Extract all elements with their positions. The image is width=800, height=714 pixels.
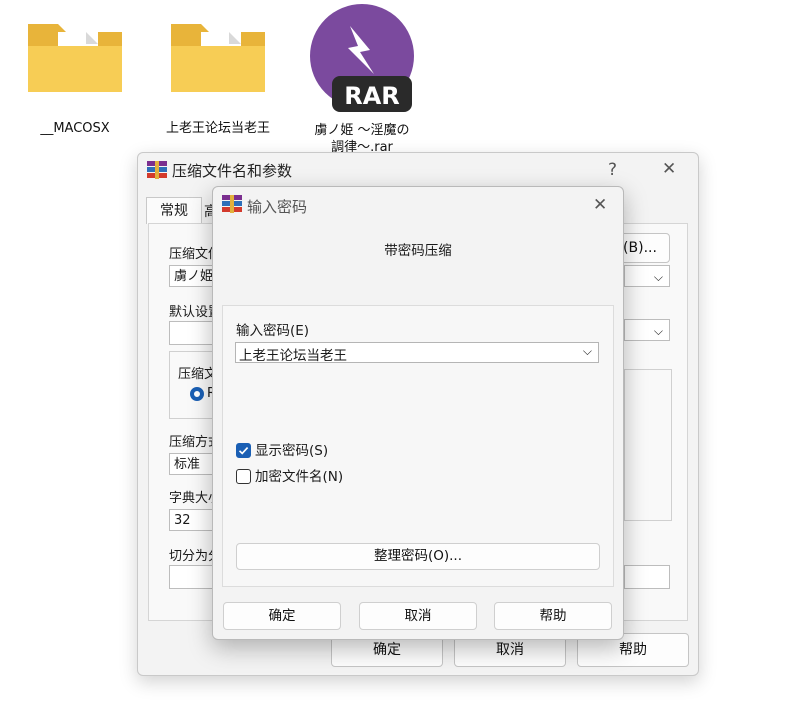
password-input[interactable]: 上老王论坛当老王 ⌵ — [235, 342, 599, 364]
winrar-icon — [147, 161, 167, 179]
password-dialog: 输入密码 ✕ 带密码压缩 输入密码(E) 上老王论坛当老王 ⌵ 显示密码(S) … — [212, 186, 624, 640]
dialog-title: 压缩文件名和参数 — [172, 162, 293, 180]
update-mode-dropdown[interactable]: ⌵ — [624, 319, 670, 341]
format-radio[interactable] — [190, 387, 204, 401]
rar-badge-text: RAR — [344, 82, 400, 110]
chevron-down-icon: ⌵ — [653, 324, 663, 338]
folder-icon — [28, 24, 122, 92]
close-button[interactable]: ✕ — [662, 159, 676, 179]
parameters-field[interactable] — [624, 565, 670, 589]
folder-icon — [171, 24, 265, 92]
desktop-icon-label: 虜ノ姫 〜淫魔の調律〜.rar — [314, 123, 410, 155]
ok-button[interactable]: 确定 — [223, 602, 341, 630]
desktop-icon-label: 上老王论坛当老王 — [166, 121, 271, 136]
desktop-icon-folder-laowang[interactable]: 上老王论坛当老王 — [158, 12, 278, 137]
show-password-label[interactable]: 显示密码(S) — [255, 443, 328, 459]
desktop-icon-label: __MACOSX — [40, 121, 110, 136]
winrar-icon — [222, 195, 242, 213]
desktop-icon-macosx[interactable]: __MACOSX — [15, 12, 135, 137]
organize-passwords-button[interactable]: 整理密码(O)... — [236, 543, 600, 570]
encrypt-filenames-label[interactable]: 加密文件名(N) — [255, 469, 343, 485]
close-button[interactable]: ✕ — [593, 195, 607, 215]
help-button[interactable]: 帮助 — [494, 602, 612, 630]
cancel-button[interactable]: 取消 — [359, 602, 477, 630]
tab-general[interactable]: 常规 — [146, 197, 202, 224]
chevron-down-icon: ⌵ — [653, 270, 663, 284]
archive-name-dropdown[interactable]: ⌵ — [624, 265, 670, 287]
password-label: 输入密码(E) — [236, 323, 310, 339]
help-title-button[interactable]: ? — [608, 160, 617, 180]
dialog-title: 输入密码 — [247, 198, 308, 216]
chevron-down-icon[interactable]: ⌵ — [583, 344, 592, 359]
options-group — [624, 369, 672, 521]
password-value: 上老王论坛当老王 — [239, 348, 347, 364]
dialog-heading: 带密码压缩 — [384, 243, 452, 259]
rar-icon: RAR — [310, 4, 414, 112]
encrypt-filenames-checkbox[interactable] — [236, 469, 251, 484]
show-password-checkbox[interactable] — [236, 443, 251, 458]
desktop-icon-rar-file[interactable]: RAR 虜ノ姫 〜淫魔の調律〜.rar — [302, 4, 422, 156]
check-icon — [238, 447, 249, 455]
